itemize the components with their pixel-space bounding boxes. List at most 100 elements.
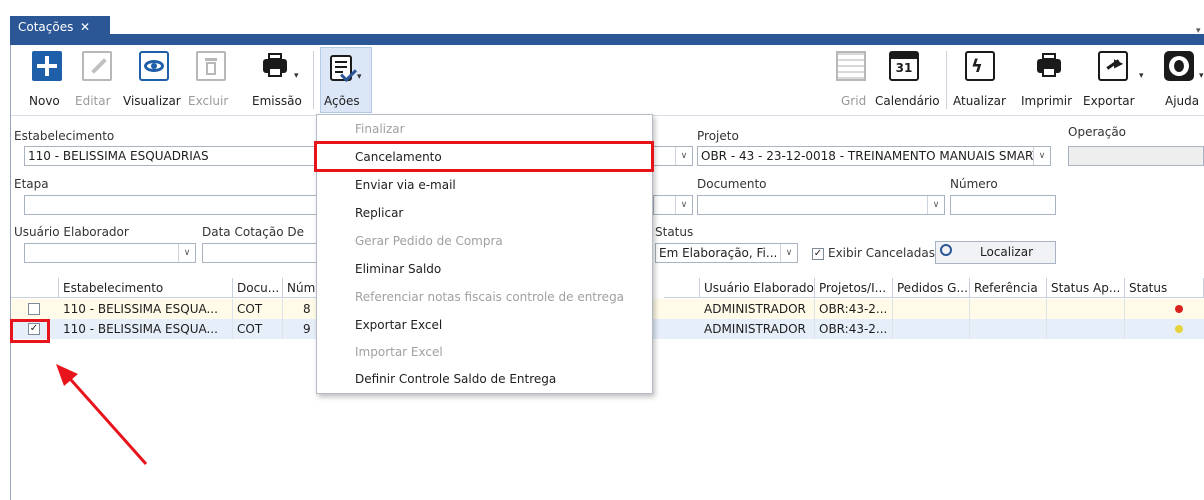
grid-button[interactable] — [833, 47, 869, 81]
atualizar-label: Atualizar — [953, 94, 1006, 108]
localizar-button[interactable]: Localizar — [935, 241, 1056, 264]
acoes-button[interactable]: ▾ Ações — [320, 47, 372, 113]
operacao-label: Operação — [1068, 125, 1127, 139]
checklist-icon — [330, 55, 357, 82]
chevron-down-icon[interactable]: ∨ — [927, 196, 944, 214]
menu-item-finalizar[interactable]: Finalizar — [355, 122, 405, 136]
projeto-value: OBR - 43 - 23-12-0018 - TREINAMENTO MANU… — [701, 149, 1040, 163]
exibir-canceladas-checkbox[interactable]: ✓ — [812, 248, 824, 260]
annotation-highlight-cancelamento — [314, 141, 654, 172]
grid-header[interactable]: Projetos/I... — [815, 278, 893, 298]
acoes-label: Ações — [324, 94, 360, 108]
plus-icon — [32, 51, 62, 81]
ajuda-button[interactable] — [1161, 47, 1197, 81]
menu-item-exportar-excel[interactable]: Exportar Excel — [355, 318, 442, 332]
row-documento: COT — [233, 299, 283, 319]
calendar-icon: 31 — [889, 51, 919, 81]
menu-item-definir-controle[interactable]: Definir Controle Saldo de Entrega — [355, 372, 556, 386]
grid-header[interactable]: Status — [1125, 278, 1204, 298]
row-estabelecimento: 110 - BELISSIMA ESQUA... — [59, 299, 233, 319]
calendario-label: Calendário — [875, 94, 940, 108]
documento-combo[interactable]: ∨ — [697, 195, 945, 215]
imprimir-button[interactable] — [1031, 47, 1067, 81]
row-referencia — [970, 319, 1047, 339]
row-usuario: ADMINISTRADOR — [700, 319, 815, 339]
imprimir-label: Imprimir — [1021, 94, 1073, 108]
exibir-canceladas-label: Exibir Canceladas — [828, 246, 935, 260]
ajuda-dropdown-icon[interactable]: ▾ — [1199, 71, 1204, 81]
projeto-combo[interactable]: OBR - 43 - 23-12-0018 - TREINAMENTO MANU… — [697, 146, 1051, 166]
exportar-button[interactable]: ▶ — [1095, 47, 1131, 81]
grid-header[interactable]: Usuário Elaborador — [700, 278, 815, 298]
row-pedidos — [893, 319, 970, 339]
numero-label: Número — [950, 177, 998, 191]
grid-header[interactable]: Referência — [970, 278, 1047, 298]
close-icon[interactable]: ✕ — [80, 16, 90, 38]
usuario-elaborador-combo[interactable]: ∨ — [24, 243, 196, 263]
visualizar-label: Visualizar — [123, 94, 181, 108]
status-dot-icon — [1175, 325, 1183, 333]
row-status-ap — [1047, 319, 1125, 339]
excluir-button[interactable] — [193, 47, 229, 81]
row-projetos: OBR:43-2... — [815, 319, 893, 339]
acoes-dropdown-icon: ▾ — [357, 72, 362, 82]
grid-header[interactable]: Status Ap... — [1047, 278, 1125, 298]
emissao-button[interactable] — [257, 47, 293, 81]
data-cotacao-input[interactable] — [202, 243, 318, 263]
row-checkbox[interactable] — [28, 303, 40, 315]
menu-item-enviar-email[interactable]: Enviar via e-mail — [355, 178, 456, 192]
grid-header[interactable]: Pedidos G... — [893, 278, 970, 298]
grid-header[interactable]: Estabelecimento — [59, 278, 233, 298]
row-status-ap — [1047, 299, 1125, 319]
grid-header[interactable]: Docu... — [233, 278, 283, 298]
trash-icon — [196, 51, 226, 81]
ribbon-toolbar: Novo Editar Visualizar Excluir ▾ Emissão — [11, 45, 1204, 116]
ribbon-separator — [946, 51, 947, 109]
projeto-label: Projeto — [697, 129, 739, 143]
estabelecimento-combo[interactable]: 110 - BELISSIMA ESQUADRIAS — [24, 146, 318, 166]
ribbon-separator — [313, 51, 314, 109]
chevron-down-icon[interactable]: ▾ — [1196, 26, 1201, 36]
row-projetos: OBR:43-2... — [815, 299, 893, 319]
atualizar-button[interactable]: ϟ — [962, 47, 998, 81]
calendar-day: 31 — [895, 61, 913, 75]
numero-input[interactable] — [950, 195, 1056, 215]
row-estabelecimento: 110 - BELISSIMA ESQUA... — [59, 319, 233, 339]
estabelecimento-value: 110 - BELISSIMA ESQUADRIAS — [28, 149, 209, 163]
chevron-down-icon[interactable]: ∨ — [178, 244, 195, 262]
menu-item-eliminar-saldo[interactable]: Eliminar Saldo — [355, 262, 441, 276]
grid-icon — [836, 51, 866, 81]
status-combo[interactable]: Em Elaboração, Fi... ∨ — [655, 243, 798, 263]
estabelecimento-combo-end[interactable]: ∨ — [653, 146, 693, 166]
refresh-icon: ϟ — [965, 51, 995, 81]
annotation-arrow — [56, 364, 148, 465]
annotation-highlight — [10, 319, 50, 343]
exportar-label: Exportar — [1083, 94, 1135, 108]
chevron-down-icon[interactable]: ∨ — [675, 147, 692, 165]
data-cotacao-label: Data Cotação De — [202, 225, 304, 239]
chevron-down-icon[interactable]: ∨ — [1033, 147, 1050, 165]
printer-icon — [260, 51, 290, 81]
printer-icon — [1034, 51, 1064, 81]
visualizar-button[interactable] — [136, 47, 172, 81]
editar-label: Editar — [75, 94, 111, 108]
novo-button[interactable] — [29, 47, 65, 81]
menu-item-replicar[interactable]: Replicar — [355, 206, 403, 220]
etapa-combo[interactable] — [24, 195, 318, 215]
tab-cotacoes[interactable]: Cotações ✕ — [10, 16, 110, 38]
emissao-dropdown-icon[interactable]: ▾ — [294, 71, 299, 81]
editar-button[interactable] — [79, 47, 115, 81]
search-icon — [940, 244, 952, 256]
row-pedidos — [893, 299, 970, 319]
exportar-dropdown-icon[interactable]: ▾ — [1139, 71, 1144, 81]
chevron-down-icon[interactable]: ∨ — [675, 196, 692, 214]
etapa-combo-end[interactable]: ∨ — [653, 195, 693, 215]
chevron-down-icon[interactable]: ∨ — [780, 244, 797, 262]
export-icon: ▶ — [1098, 51, 1128, 81]
menu-item-importar-excel[interactable]: Importar Excel — [355, 345, 443, 359]
menu-item-referenciar-notas[interactable]: Referenciar notas fiscais controle de en… — [355, 290, 624, 304]
menu-item-gerar-pedido[interactable]: Gerar Pedido de Compra — [355, 234, 503, 248]
operacao-input[interactable] — [1068, 146, 1204, 166]
excluir-label: Excluir — [188, 94, 229, 108]
calendario-button[interactable]: 31 — [886, 47, 922, 81]
